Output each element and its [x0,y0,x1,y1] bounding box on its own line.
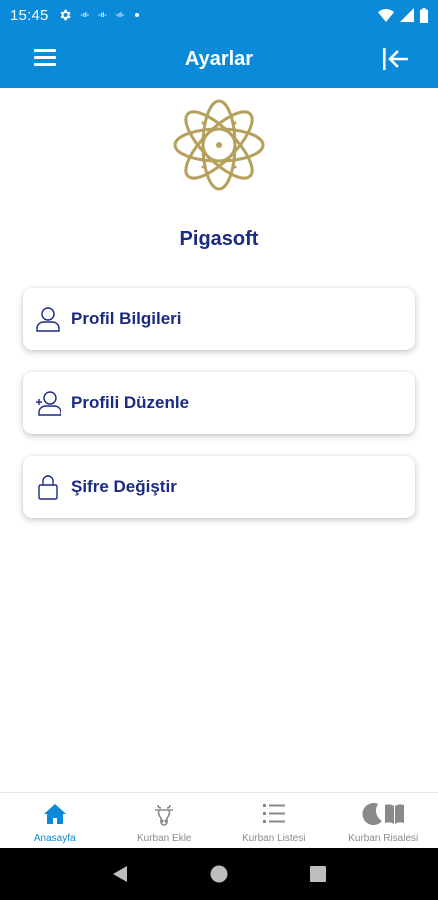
menu-item-label: Profil Bilgileri [71,309,182,328]
bottom-navigation: Anasayfa Kurban Ekle Kurban Listesi Kurb… [0,792,438,848]
system-navigation-bar [0,848,438,900]
menu-item-label: Profili Düzenle [71,393,190,412]
notification-icon: -ıl- [98,11,107,19]
company-name: Pigasoft [179,228,259,250]
edit-profile-button[interactable]: Profili Düzenle [23,372,415,434]
profile-info-button[interactable]: Profil Bilgileri [23,288,415,350]
status-bar: 15:45 -ıl- -ıl- -ıl- [0,0,438,30]
page-title: Ayarlar [184,47,254,70]
nav-item-anasayfa[interactable]: Anasayfa [0,793,110,848]
user-icon [35,306,61,332]
nav-label: Anasayfa [33,833,76,844]
notification-icon: -ıl- [80,11,90,19]
menu-button[interactable] [34,49,56,69]
change-password-button[interactable]: Şifre Değiştir [23,456,415,518]
company-logo [173,99,265,191]
battery-icon [420,7,428,23]
recents-square-icon [310,866,327,882]
menu-item-label: Şifre Değiştir [71,477,177,496]
cow-icon [152,801,176,827]
nav-item-kurban-ekle[interactable]: Kurban Ekle [110,793,220,848]
moon-book-icon [358,801,408,827]
lock-icon [35,474,61,500]
nav-item-kurban-listesi[interactable]: Kurban Listesi [219,793,329,848]
hamburger-icon [34,49,56,52]
user-edit-icon [35,390,61,416]
nav-label: Kurban Listesi [242,833,306,844]
list-icon [262,801,286,827]
signal-icon [400,8,414,22]
recents-button[interactable] [298,854,338,894]
app-bar: Ayarlar [0,30,438,88]
notification-icon: -ıl- [115,11,125,19]
home-icon [43,801,67,827]
nav-label: Kurban Ekle [137,833,192,844]
settings-gear-icon [60,9,71,21]
wifi-icon [378,9,394,22]
back-button[interactable] [100,854,140,894]
more-notifications-dot-icon [135,13,140,17]
logout-arrow-icon[interactable] [382,47,408,71]
home-button[interactable] [199,854,239,894]
nav-label: Kurban Risalesi [348,833,419,844]
back-triangle-icon [112,866,127,882]
home-circle-icon [210,865,228,883]
nav-item-kurban-risalesi[interactable]: Kurban Risalesi [329,793,438,848]
status-time: 15:45 [10,6,49,24]
